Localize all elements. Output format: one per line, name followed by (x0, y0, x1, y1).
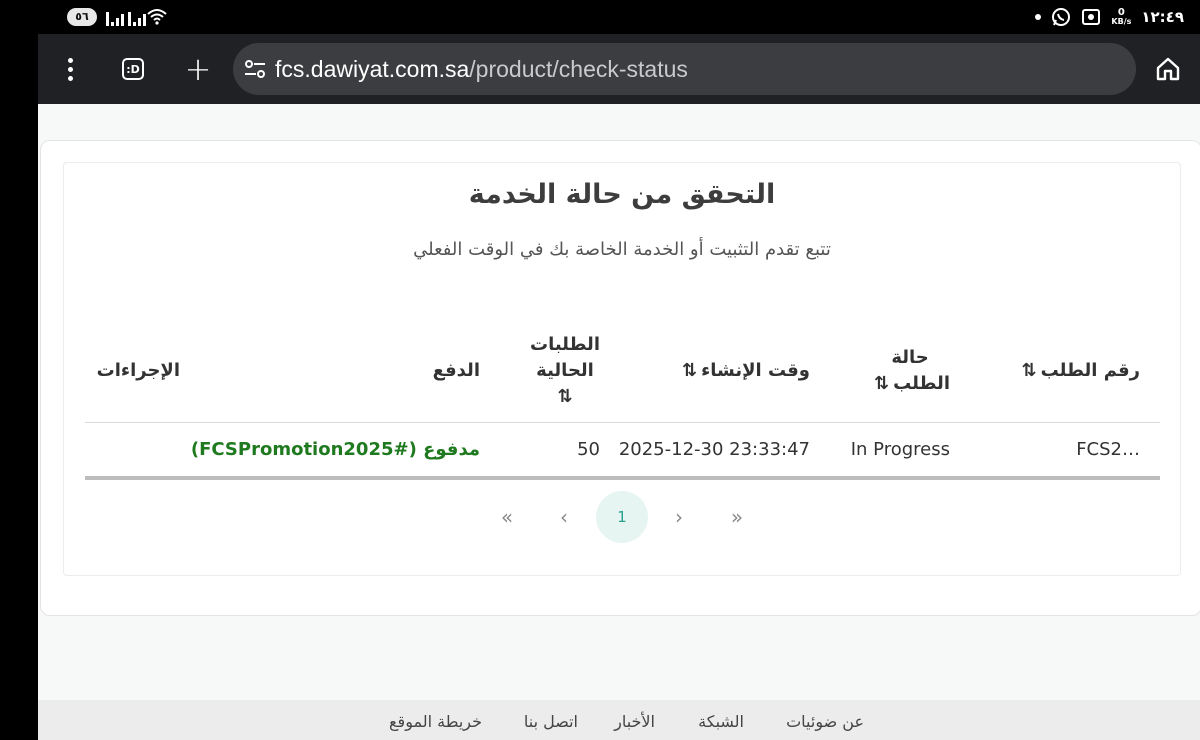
footer-link-about[interactable]: عن ضوئيات (786, 700, 864, 740)
pagination: « ‹ 1 › » (64, 491, 1180, 543)
site-settings-icon[interactable] (243, 57, 267, 81)
outer-card: التحقق من حالة الخدمة تتبع تقدم التثبيت … (40, 140, 1200, 616)
url-path: /product/check-status (469, 56, 688, 82)
header-order-status[interactable]: حالة الطلب⇅ (870, 318, 950, 423)
first-page-button[interactable]: « (492, 491, 522, 543)
cell-order-number: FCS2… (1076, 439, 1140, 460)
next-page-button[interactable]: › (664, 491, 694, 543)
header-payment: الدفع (432, 359, 480, 381)
page-button-current[interactable]: 1 (596, 491, 648, 543)
header-actions: الإجراءات (96, 359, 180, 381)
last-page-button[interactable]: » (722, 491, 752, 543)
cell-current-requests: 50 (577, 439, 600, 460)
status-bar: ٥٦ 0 KB/s ١٢:٤٩ (38, 0, 1200, 34)
url-bar[interactable]: fcs.dawiyat.com.sa/product/check-status (233, 43, 1136, 95)
sort-icon: ⇅ (557, 385, 573, 407)
footer: عن ضوئيات الشبكة الأخبار اتصل بنا خريطة … (38, 700, 1200, 740)
orders-table: رقم الطلب ⇅ حالة الطلب⇅ وقت الإنشاء ⇅ ال… (85, 318, 1160, 480)
screen-record-icon (1082, 9, 1101, 25)
network-speed: 0 KB/s (1111, 7, 1132, 27)
cell-status: In Progress (850, 439, 950, 460)
menu-dots-icon[interactable] (55, 54, 85, 84)
home-icon[interactable] (1153, 54, 1183, 84)
footer-link-network[interactable]: الشبكة (698, 700, 744, 740)
header-created-at[interactable]: وقت الإنشاء ⇅ (678, 318, 810, 423)
cell-created-at: 2025-12-30 23:33:47 (618, 439, 810, 460)
table-header: رقم الطلب ⇅ حالة الطلب⇅ وقت الإنشاء ⇅ ال… (85, 318, 1160, 423)
new-tab-icon[interactable]: + (183, 53, 213, 85)
status-right-group: 0 KB/s ١٢:٤٩ (1035, 0, 1184, 34)
tab-count-icon: :D (122, 58, 144, 80)
page-subtitle: تتبع تقدم التثبيت أو الخدمة الخاصة بك في… (413, 239, 831, 260)
sim-badge: ٥٦ (67, 8, 97, 26)
footer-link-contact[interactable]: اتصل بنا (524, 700, 578, 740)
url-text: fcs.dawiyat.com.sa/product/check-status (275, 43, 688, 95)
left-edge-strip (0, 0, 38, 740)
cell-payment: مدفوع (#FCSPromotion2025) (190, 439, 480, 460)
tab-switcher-button[interactable]: :D (118, 54, 148, 84)
wifi-icon (147, 9, 167, 25)
header-order-number[interactable]: رقم الطلب ⇅ (1018, 318, 1141, 423)
signal-strength-icon (106, 8, 124, 26)
sort-icon: ⇅ (874, 372, 890, 394)
footer-link-sitemap[interactable]: خريطة الموقع (389, 700, 482, 740)
page-title: التحقق من حالة الخدمة (468, 179, 776, 210)
notification-dot-icon (1035, 14, 1042, 20)
clock: ١٢:٤٩ (1141, 8, 1184, 26)
status-card: التحقق من حالة الخدمة تتبع تقدم التثبيت … (63, 162, 1181, 576)
sort-icon: ⇅ (1021, 359, 1037, 381)
whatsapp-icon (1052, 8, 1071, 26)
header-current-requests[interactable]: الطلبات الحالية ⇅ (530, 318, 600, 423)
browser-toolbar: :D + fcs.dawiyat.com.sa/product/check-st… (38, 34, 1200, 104)
page-content: التحقق من حالة الخدمة تتبع تقدم التثبيت … (38, 104, 1200, 700)
signal-strength-icon-2 (128, 8, 146, 26)
prev-page-button[interactable]: ‹ (549, 491, 579, 543)
table-row: FCS2… In Progress 2025-12-30 23:33:47 50… (85, 423, 1160, 480)
sort-icon: ⇅ (682, 359, 698, 381)
url-domain: fcs.dawiyat.com.sa (275, 56, 470, 82)
footer-link-news[interactable]: الأخبار (614, 700, 655, 740)
